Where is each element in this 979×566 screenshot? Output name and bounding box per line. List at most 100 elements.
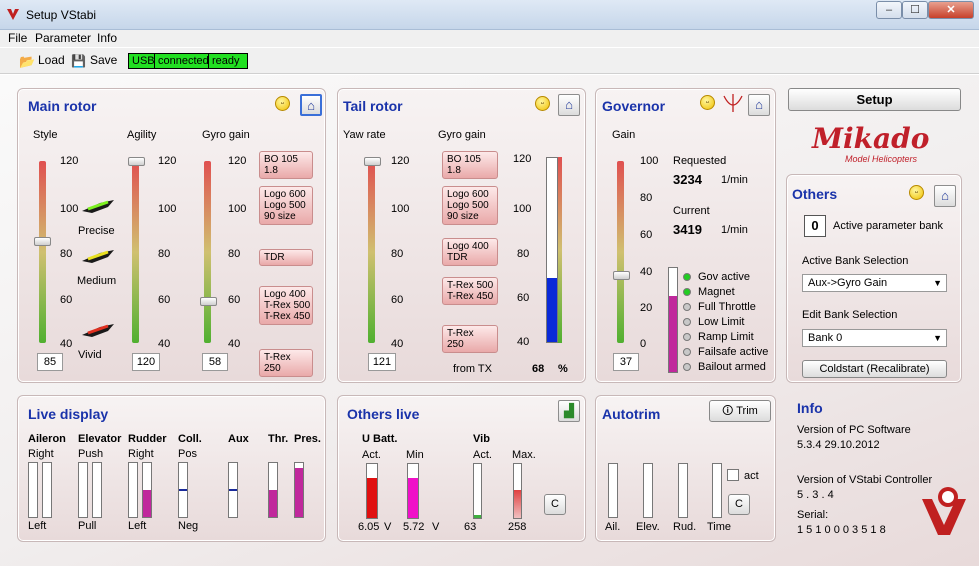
tick: 80 bbox=[228, 248, 241, 260]
help-button[interactable]: ⌂ bbox=[558, 94, 580, 116]
style-slider-thumb[interactable] bbox=[34, 237, 51, 246]
tick: 0 bbox=[640, 338, 647, 350]
tick: 80 bbox=[158, 248, 171, 260]
tick: 60 bbox=[391, 294, 404, 306]
active-bank-select-value: Aux->Gyro Gain bbox=[808, 277, 888, 289]
chart-icon[interactable]: ▟ bbox=[558, 400, 580, 422]
tail-rotor-panel: Tail rotor ᵕ ⌂ Yaw rate Gyro gain 120 10… bbox=[337, 88, 586, 383]
smiley-icon[interactable]: ᵕ bbox=[535, 96, 550, 111]
smiley-icon[interactable]: ᵕ bbox=[909, 185, 924, 200]
indicator-label: Bailout armed bbox=[698, 361, 766, 373]
main-rotor-title: Main rotor bbox=[28, 98, 97, 114]
trim-button[interactable]: 🛈 Trim bbox=[709, 400, 771, 422]
gyro-preset[interactable]: TDR bbox=[259, 249, 313, 266]
gain-slider-thumb[interactable] bbox=[613, 271, 630, 280]
maximize-button[interactable]: ☐ bbox=[902, 1, 928, 19]
tick: 60 bbox=[517, 292, 530, 304]
agility-slider-thumb[interactable] bbox=[128, 157, 145, 166]
menu-file[interactable]: File bbox=[8, 31, 27, 45]
vib-clear-button[interactable]: C bbox=[544, 494, 566, 515]
active-bank-select[interactable]: Aux->Gyro Gain ▼ bbox=[802, 274, 947, 292]
yaw-value[interactable]: 121 bbox=[368, 353, 396, 371]
load-button[interactable]: Load bbox=[38, 53, 65, 67]
channel-name: Coll. bbox=[178, 433, 202, 445]
ubatt-min-value: 5.72 bbox=[403, 521, 425, 533]
mode-precise: Precise bbox=[78, 225, 115, 237]
governor-indicator: Low Limit bbox=[683, 316, 775, 330]
ubatt-min-fill bbox=[408, 478, 418, 518]
status-led-icon bbox=[683, 363, 691, 371]
autotrim-clear-button[interactable]: C bbox=[728, 494, 750, 515]
help-button[interactable]: ⌂ bbox=[748, 94, 770, 116]
channel-top-label: Push bbox=[78, 448, 104, 460]
throttle-bar bbox=[668, 267, 678, 373]
tail-gyro-preset[interactable]: Logo 400 TDR bbox=[442, 238, 498, 266]
gyro-preset[interactable]: T-Rex 250 bbox=[259, 349, 313, 377]
help-button[interactable]: ⌂ bbox=[934, 185, 956, 207]
act-checkbox[interactable] bbox=[727, 469, 739, 481]
channel-bottom-label: Pull bbox=[78, 520, 97, 532]
governor-curve-icon[interactable] bbox=[721, 92, 745, 114]
channel-name: Thr. bbox=[268, 433, 289, 445]
toolbar: 📂 Load 💾 Save USB connected ready bbox=[0, 48, 979, 74]
gyro-slider-track[interactable] bbox=[204, 161, 211, 343]
gyro-value[interactable]: 58 bbox=[202, 353, 228, 371]
tail-gyro-fill bbox=[547, 278, 557, 342]
tick: 120 bbox=[391, 155, 410, 167]
tick: 80 bbox=[517, 248, 530, 260]
vstabi-logo-icon bbox=[922, 487, 966, 535]
setup-button[interactable]: Setup bbox=[788, 88, 961, 111]
gyro-slider-thumb[interactable] bbox=[200, 297, 217, 306]
style-value[interactable]: 85 bbox=[37, 353, 63, 371]
gyro-preset[interactable]: Logo 600 Logo 500 90 size bbox=[259, 186, 313, 225]
channel-bar bbox=[78, 462, 88, 518]
mode-medium: Medium bbox=[77, 275, 117, 287]
tail-gyro-preset[interactable]: BO 105 1.8 bbox=[442, 151, 498, 179]
tick: 40 bbox=[60, 338, 73, 350]
others-live-title: Others live bbox=[347, 406, 420, 422]
menu-parameter[interactable]: Parameter bbox=[35, 31, 91, 45]
help-button[interactable]: ⌂ bbox=[300, 94, 322, 116]
autotrim-title: Autotrim bbox=[602, 406, 661, 422]
status-led-icon bbox=[683, 303, 691, 311]
yaw-slider-track[interactable] bbox=[368, 161, 375, 343]
others-live-panel: Others live ▟ U Batt. Act. Min 6.05 V 5.… bbox=[337, 395, 586, 542]
governor-indicator: Gov active bbox=[683, 271, 775, 285]
channel-name: Aux bbox=[228, 433, 249, 445]
autotrim-axis-rud: Rud. bbox=[673, 521, 697, 533]
edit-bank-select[interactable]: Bank 0 ▼ bbox=[802, 329, 947, 347]
ubatt-min-label: Min bbox=[406, 449, 424, 461]
save-button[interactable]: Save bbox=[90, 53, 117, 67]
minimize-button[interactable]: – bbox=[876, 1, 902, 19]
menu-info[interactable]: Info bbox=[97, 31, 117, 45]
tick: 40 bbox=[640, 266, 653, 278]
tail-gyro-preset[interactable]: T-Rex 500 T-Rex 450 bbox=[442, 277, 498, 305]
close-button[interactable]: ✕ bbox=[928, 1, 974, 19]
smiley-icon[interactable]: ᵕ bbox=[700, 95, 715, 110]
app-icon bbox=[7, 9, 19, 20]
ubatt-act-value: 6.05 bbox=[358, 521, 380, 533]
yaw-slider-thumb[interactable] bbox=[364, 157, 381, 166]
gyro-preset[interactable]: BO 105 1.8 bbox=[259, 151, 313, 179]
agility-value[interactable]: 120 bbox=[132, 353, 160, 371]
style-slider-track[interactable] bbox=[39, 161, 46, 343]
tail-gyro-preset[interactable]: Logo 600 Logo 500 90 size bbox=[442, 186, 498, 225]
channel-name: Pres. bbox=[294, 433, 321, 445]
autotrim-axis-time: Time bbox=[707, 521, 732, 533]
edit-sel-label: Edit Bank Selection bbox=[802, 309, 898, 321]
tail-gyro-preset[interactable]: T-Rex 250 bbox=[442, 325, 498, 353]
tick: 120 bbox=[158, 155, 177, 167]
smiley-icon[interactable]: ᵕ bbox=[275, 96, 290, 111]
coldstart-button[interactable]: Coldstart (Recalibrate) bbox=[802, 360, 947, 378]
live-display-panel: Live display Aileron Right Left Elevator Pus… bbox=[17, 395, 326, 542]
gain-slider-track[interactable] bbox=[617, 161, 624, 343]
gain-value[interactable]: 37 bbox=[613, 353, 639, 371]
agility-slider-track[interactable] bbox=[132, 161, 139, 343]
tick: 40 bbox=[517, 336, 530, 348]
channel-fill bbox=[269, 490, 277, 517]
edit-bank-select-value: Bank 0 bbox=[808, 332, 843, 344]
vib-act-value: 63 bbox=[464, 521, 477, 533]
channel-bar bbox=[228, 462, 238, 518]
others-title: Others bbox=[792, 186, 838, 202]
gyro-preset[interactable]: Logo 400 T-Rex 500 T-Rex 450 bbox=[259, 286, 313, 325]
